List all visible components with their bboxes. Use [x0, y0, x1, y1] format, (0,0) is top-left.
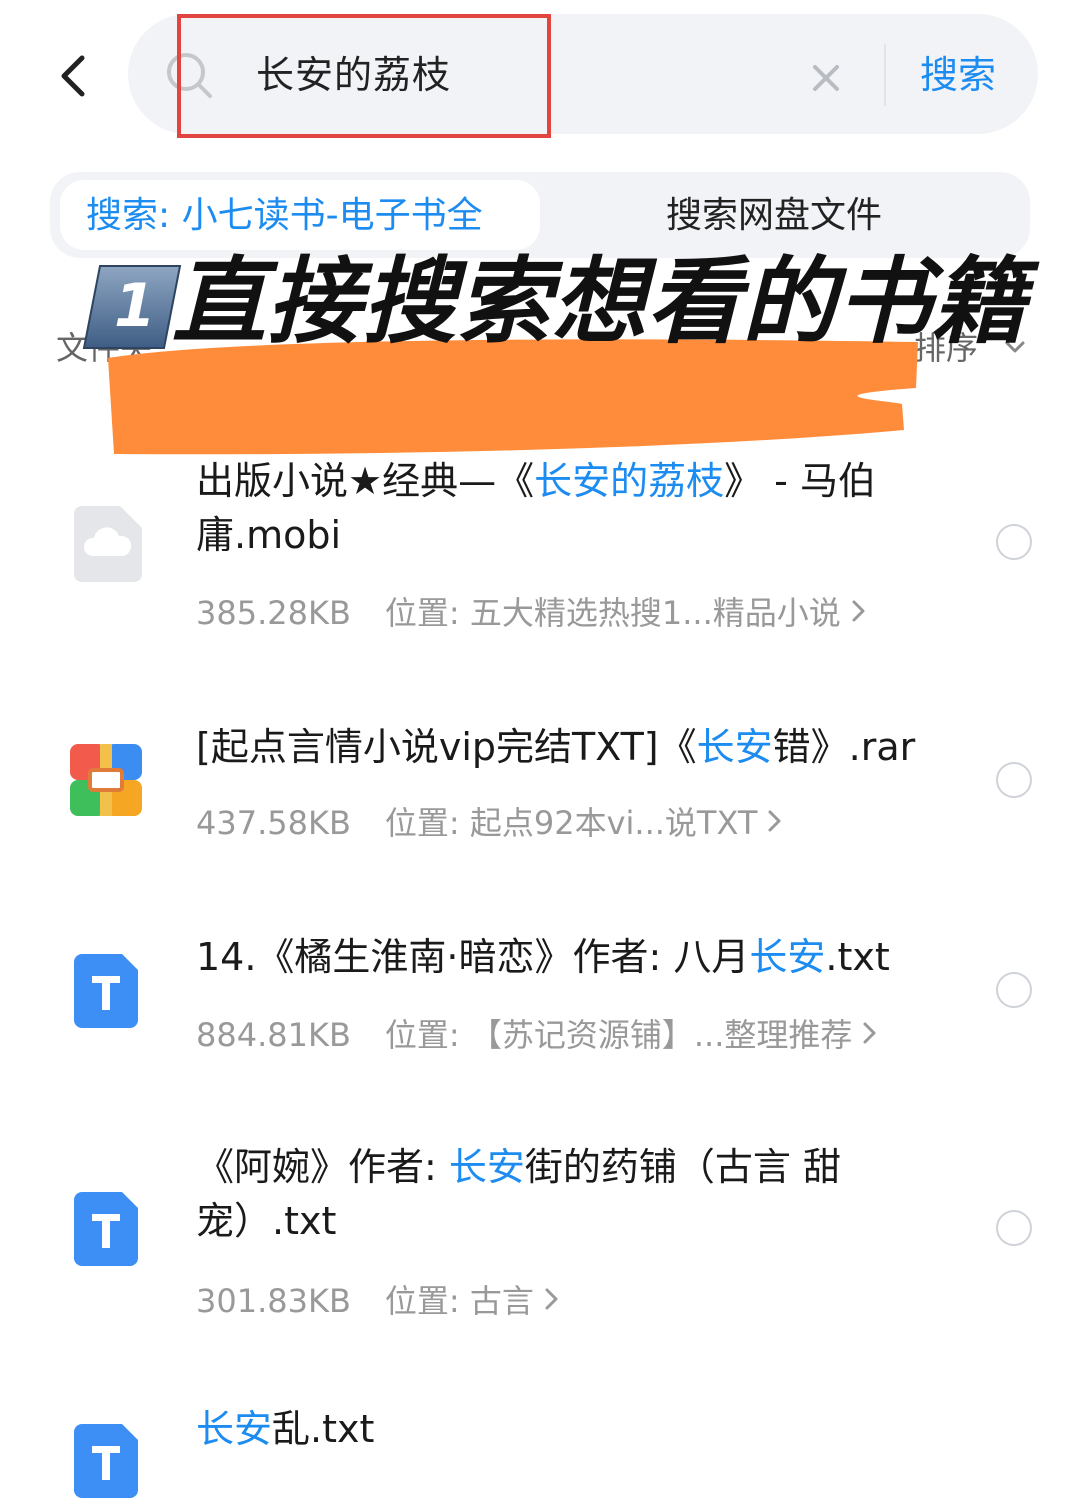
search-query-highlight-box — [177, 14, 551, 138]
file-name-text: 《阿婉》作者: — [196, 1145, 449, 1189]
file-size: 301.83KB — [196, 1282, 351, 1320]
keyword-highlight: 长安 — [696, 725, 773, 769]
file-name[interactable]: 《阿婉》作者: 长安街的药铺（古言 甜宠）.txt — [196, 1140, 936, 1248]
select-radio[interactable] — [996, 972, 1032, 1008]
file-location-link[interactable]: 位置: 五大精选热搜1...精品小说 — [385, 594, 841, 632]
file-location-link[interactable]: 位置: 古言 — [385, 1282, 534, 1320]
keyword-highlight: 长安 — [196, 1407, 273, 1451]
cloud-file-icon — [74, 506, 142, 586]
search-button[interactable]: 搜索 — [920, 50, 996, 100]
keyword-highlight: 长安 — [448, 1145, 525, 1189]
file-name[interactable]: [起点言情小说vip完结TXT]《长安错》.rar — [196, 720, 936, 774]
text-file-icon — [74, 954, 138, 1032]
file-meta: 301.83KB 位置: 古言 — [196, 1278, 560, 1324]
close-icon[interactable] — [806, 58, 846, 98]
text-file-icon — [74, 1424, 138, 1502]
file-size: 437.58KB — [196, 804, 351, 842]
file-size: 385.28KB — [196, 594, 351, 632]
file-name[interactable]: 长安乱.txt — [196, 1402, 936, 1456]
tab-netdisk-files[interactable]: 搜索网盘文件 — [666, 190, 882, 242]
file-name-text: 错》.rar — [772, 725, 916, 769]
file-name-text: .txt — [825, 935, 890, 979]
keyword-highlight: 长安的荔枝 — [534, 459, 725, 503]
file-name[interactable]: 出版小说★经典—《长安的荔枝》 - 马伯庸.mobi — [196, 454, 936, 562]
back-button[interactable] — [50, 48, 96, 104]
file-meta: 884.81KB 位置: 【苏记资源铺】...整理推荐 — [196, 1012, 878, 1058]
file-name-text: 14.《橘生淮南·暗恋》作者: 八月 — [196, 935, 750, 979]
select-radio[interactable] — [996, 524, 1032, 560]
text-file-icon — [74, 1192, 138, 1270]
archive-file-icon — [70, 744, 142, 820]
overlay-title: 直接搜索想看的书籍 — [172, 248, 1028, 357]
chevron-right-icon — [851, 590, 867, 636]
file-name-text: 出版小说★经典—《 — [196, 459, 535, 503]
step-number: 1 — [114, 271, 156, 341]
keyword-highlight: 长安 — [749, 935, 826, 979]
chevron-left-icon — [61, 55, 85, 97]
file-meta: 437.58KB 位置: 起点92本vi...说TXT — [196, 800, 783, 846]
search-divider — [884, 44, 886, 106]
file-name[interactable]: 14.《橘生淮南·暗恋》作者: 八月长安.txt — [196, 930, 936, 984]
file-name-text: [起点言情小说vip完结TXT]《 — [196, 725, 697, 769]
select-radio[interactable] — [996, 1210, 1032, 1246]
file-name-text: 乱.txt — [272, 1407, 375, 1451]
chevron-right-icon — [767, 800, 783, 846]
chevron-right-icon — [544, 1278, 560, 1324]
file-meta: 385.28KB 位置: 五大精选热搜1...精品小说 — [196, 590, 867, 636]
tab-xiaoqi-books-label[interactable]: 搜索: 小七读书-电子书全 — [86, 190, 483, 242]
select-radio[interactable] — [996, 762, 1032, 798]
file-location-link[interactable]: 位置: 【苏记资源铺】...整理推荐 — [385, 1016, 852, 1054]
chevron-right-icon — [862, 1012, 878, 1058]
file-location-link[interactable]: 位置: 起点92本vi...说TXT — [385, 804, 757, 842]
file-size: 884.81KB — [196, 1016, 351, 1054]
